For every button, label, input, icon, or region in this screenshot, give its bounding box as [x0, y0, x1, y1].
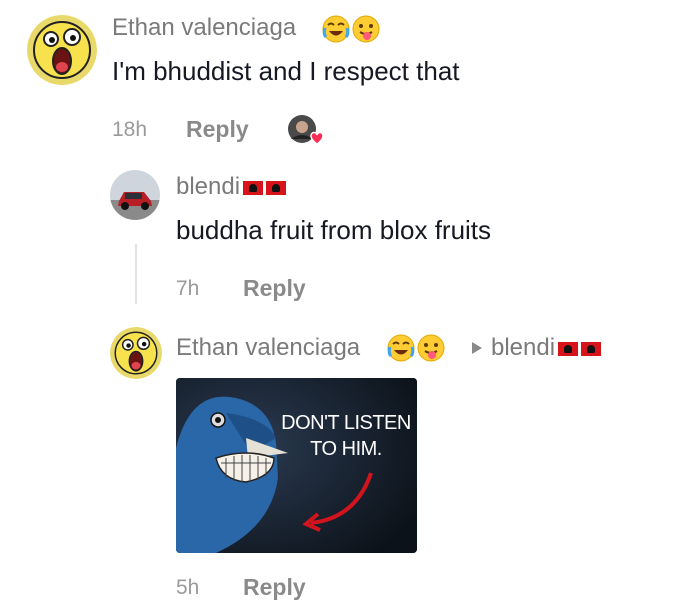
reply-to-username[interactable]: blendi — [491, 334, 602, 362]
username-text[interactable]: Ethan valenciaga — [112, 14, 296, 41]
username-text[interactable]: Ethan valenciaga — [176, 334, 360, 361]
comment-username[interactable]: Ethan valenciaga — [112, 14, 296, 42]
avatar-blendi[interactable] — [110, 170, 160, 220]
albania-flag-icon — [558, 341, 579, 356]
comment-image[interactable]: DON'T LISTEN TO HIM. — [176, 378, 417, 553]
meme-caption-line: DON'T LISTEN — [281, 412, 411, 434]
username-text[interactable]: blendi — [491, 334, 555, 361]
laugh-icon — [322, 15, 350, 43]
comment-time: 18h — [112, 118, 148, 141]
tongue-icon — [352, 15, 380, 43]
avatar-ethan[interactable] — [110, 327, 162, 379]
reply-button[interactable]: Reply — [243, 574, 306, 601]
reply-button[interactable]: Reply — [186, 116, 249, 143]
comment-username[interactable]: blendi — [176, 173, 287, 201]
comment-text: I'm bhuddist and I respect that — [112, 56, 460, 86]
meme-caption: DON'T LISTEN TO HIM. — [276, 410, 416, 462]
username-text[interactable]: blendi — [176, 173, 240, 200]
albania-flag-icon — [266, 180, 287, 195]
albania-flag-icon — [581, 341, 602, 356]
reply-arrow-icon — [471, 341, 483, 355]
meme-caption-line: TO HIM. — [310, 438, 382, 460]
comment-time: 7h — [176, 277, 200, 300]
thread-line — [135, 244, 137, 304]
reply-button[interactable]: Reply — [243, 275, 306, 302]
comment-text: buddha fruit from blox fruits — [176, 215, 492, 245]
albania-flag-icon — [243, 180, 264, 195]
avatar-ethan[interactable] — [27, 15, 97, 85]
comment-time: 5h — [176, 576, 200, 599]
laugh-icon — [387, 334, 415, 362]
creator-heart-avatar-icon — [286, 113, 326, 149]
comment-username[interactable]: Ethan valenciaga — [176, 334, 360, 362]
tongue-icon — [417, 334, 445, 362]
